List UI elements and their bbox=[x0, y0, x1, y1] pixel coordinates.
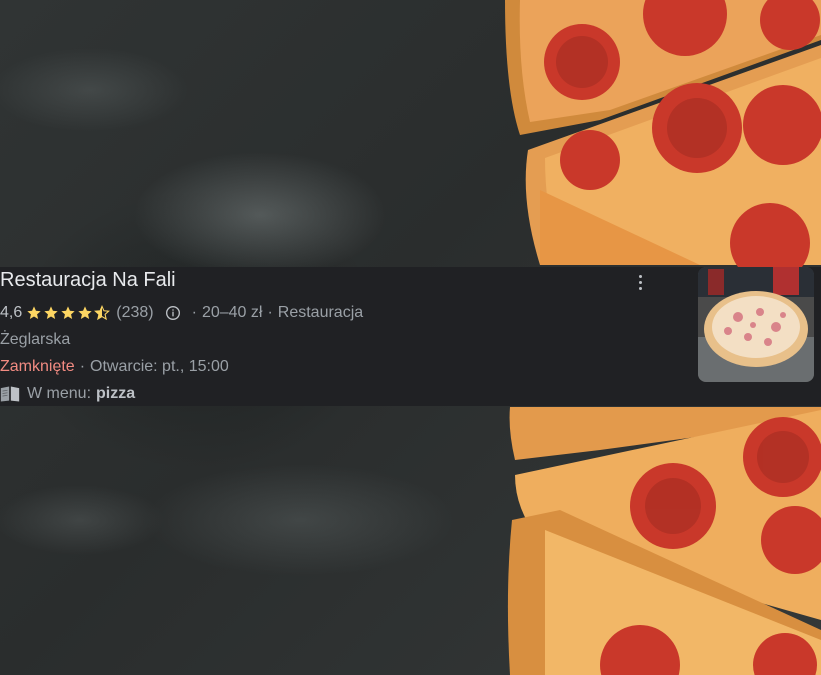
more-dot bbox=[638, 280, 642, 284]
hours-row: Zamknięte · Otwarcie: pt., 15:00 bbox=[0, 356, 229, 378]
place-name[interactable]: Restauracja Na Fali bbox=[0, 267, 176, 293]
more-dot bbox=[638, 286, 642, 290]
price-range: 20–40 zł bbox=[201, 304, 263, 321]
pizza-photo bbox=[698, 267, 814, 382]
place-result-card[interactable]: Restauracja Na Fali 4,6 (238) · 20–40 zł… bbox=[0, 267, 821, 406]
place-photo-thumbnail[interactable] bbox=[698, 267, 814, 382]
rating-row: 4,6 (238) · 20–40 zł · Restauracja bbox=[0, 302, 363, 324]
info-icon[interactable] bbox=[165, 305, 181, 321]
open-status: Zamknięte bbox=[0, 358, 75, 375]
star-icon bbox=[61, 306, 75, 319]
separator: · bbox=[79, 358, 86, 375]
star-icon bbox=[44, 306, 58, 319]
separator: · bbox=[191, 304, 197, 321]
more-options-icon[interactable] bbox=[630, 271, 650, 293]
menu-label: W menu: bbox=[27, 385, 92, 402]
separator: · bbox=[267, 304, 273, 321]
rating-value: 4,6 bbox=[0, 304, 23, 321]
star-rating bbox=[26, 305, 111, 321]
place-subcategory: Żeglarska bbox=[0, 331, 71, 348]
place-category: Restauracja bbox=[277, 304, 364, 321]
menu-highlight-row: W menu: pizza bbox=[0, 383, 135, 405]
more-dot bbox=[638, 274, 642, 278]
star-half-icon bbox=[94, 305, 111, 321]
review-count[interactable]: (238) bbox=[116, 302, 153, 324]
star-icon bbox=[78, 306, 92, 319]
star-icon bbox=[27, 306, 41, 319]
opening-time: Otwarcie: pt., 15:00 bbox=[90, 358, 229, 375]
menu-item-highlight: pizza bbox=[96, 385, 136, 402]
category-row: Żeglarska bbox=[0, 329, 70, 351]
menu-book-icon bbox=[0, 386, 20, 402]
